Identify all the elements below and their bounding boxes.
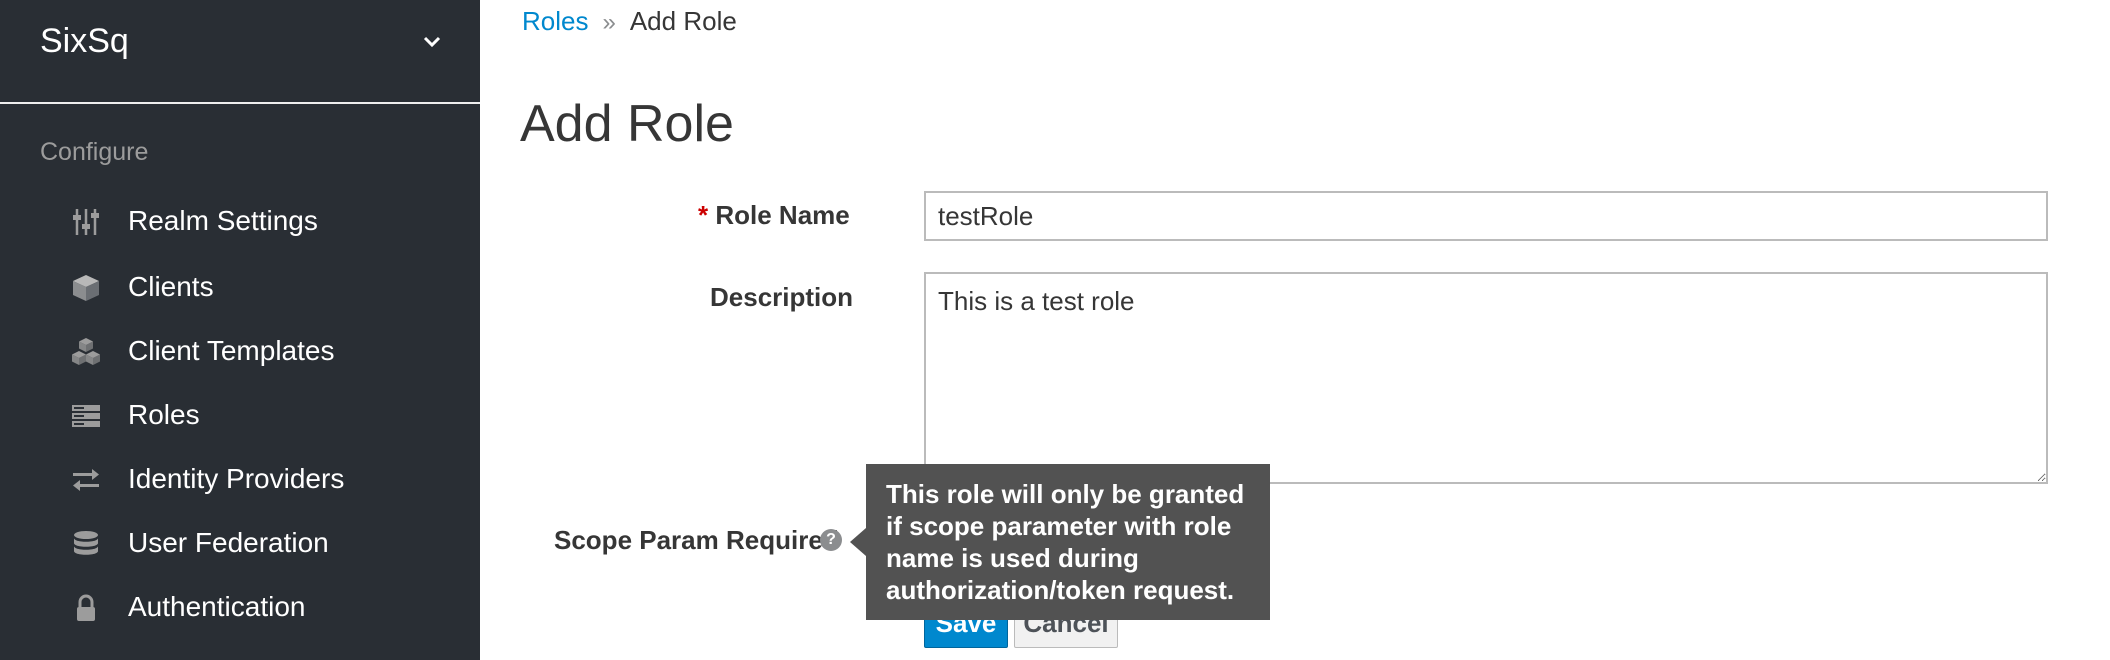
section-title-configure: Configure	[40, 138, 149, 166]
sidebar-item-client-templates[interactable]: Client Templates	[0, 322, 480, 382]
cube-icon	[73, 275, 99, 301]
realm-selector[interactable]: SixSq	[0, 0, 480, 104]
description-textarea[interactable]: This is a test role	[924, 272, 2048, 484]
exchange-icon	[73, 469, 99, 491]
breadcrumb-current: Add Role	[629, 6, 737, 36]
role-name-label-text: Role Name	[715, 200, 850, 230]
sidebar-item-authentication[interactable]: Authentication	[0, 578, 480, 638]
breadcrumb-separator: »	[602, 9, 616, 36]
description-label: Description	[710, 282, 854, 312]
sidebar-item-user-federation[interactable]: User Federation	[0, 514, 480, 574]
sidebar-item-label: Clients	[128, 271, 214, 302]
sidebar-item-label: Identity Providers	[128, 463, 345, 494]
breadcrumb-link-roles[interactable]: Roles	[522, 6, 588, 36]
sidebar-item-identity-providers[interactable]: Identity Providers	[0, 450, 480, 510]
role-name-label: * Role Name	[698, 200, 850, 231]
sidebar-item-clients[interactable]: Clients	[0, 258, 480, 318]
sidebar-item-label: Roles	[128, 399, 200, 430]
chevron-down-icon[interactable]	[418, 28, 446, 56]
sidebar-item-roles[interactable]: Roles	[0, 386, 480, 446]
help-icon[interactable]: ?	[820, 529, 842, 551]
role-name-input[interactable]	[924, 191, 2048, 241]
realm-name: SixSq	[40, 22, 129, 60]
sidebar-item-label: Realm Settings	[128, 205, 318, 236]
main-content: Roles » Add Role Add Role * Role Name Desc…	[480, 0, 2110, 660]
sidebar-item-label: Authentication	[128, 591, 306, 622]
server-icon	[72, 405, 100, 427]
scope-param-tooltip: This role will only be granted if scope …	[866, 464, 1270, 620]
page-title: Add Role	[520, 95, 734, 153]
scope-param-label: Scope Param Required	[554, 525, 839, 555]
cubes-icon	[72, 338, 100, 365]
sliders-icon	[73, 209, 99, 235]
required-marker: *	[698, 200, 709, 230]
sidebar-item-label: User Federation	[128, 527, 329, 558]
breadcrumb: Roles » Add Role	[522, 6, 737, 37]
database-icon	[74, 531, 98, 555]
sidebar: SixSq Configure Realm Settings Clients C…	[0, 0, 480, 660]
sidebar-item-label: Client Templates	[128, 335, 335, 366]
lock-icon	[77, 594, 95, 621]
tooltip-arrow	[850, 528, 866, 556]
sidebar-item-realm-settings[interactable]: Realm Settings	[0, 192, 480, 252]
